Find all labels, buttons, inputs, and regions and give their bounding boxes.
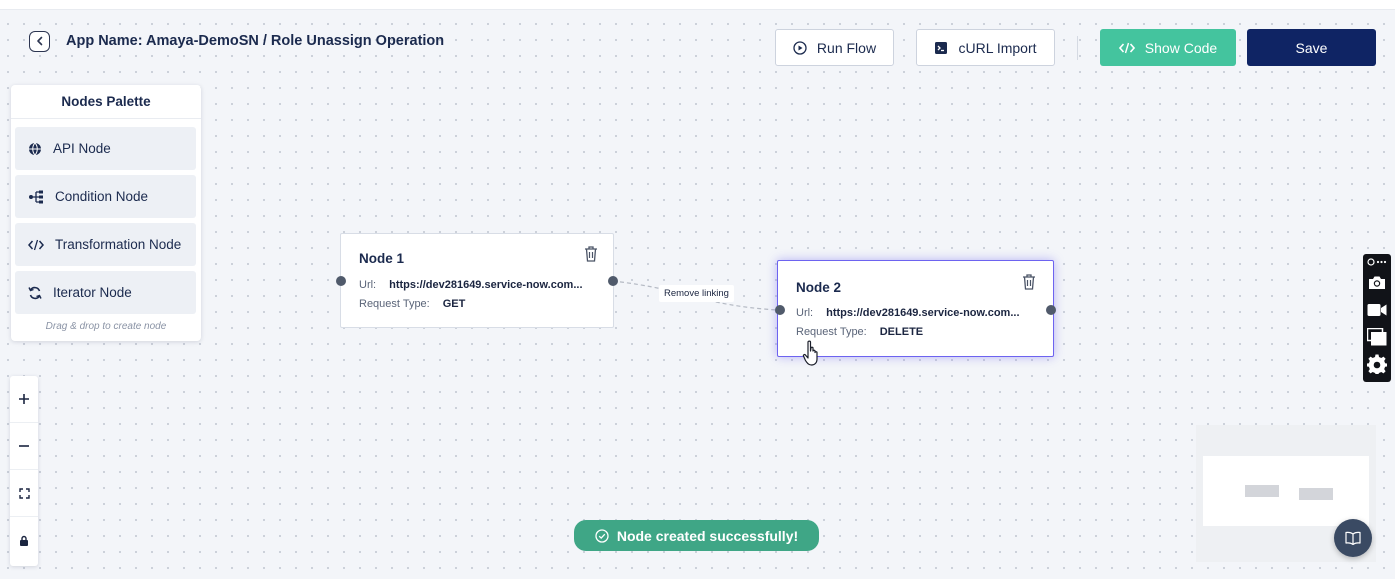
node-2-input-handle[interactable] (775, 305, 785, 315)
page-header: App Name: Amaya-DemoSN / Role Unassign O… (29, 30, 444, 52)
run-flow-label: Run Flow (816, 39, 877, 56)
palette-item-label: Iterator Node (53, 285, 132, 300)
window-capture-button[interactable] (1367, 327, 1387, 347)
node-url-row: Url: https://dev281649.service-now.com..… (796, 307, 1020, 319)
trash-icon (585, 246, 597, 262)
recording-toolbar (1363, 254, 1391, 382)
hand-cursor-icon (802, 340, 818, 366)
minus-icon (19, 445, 29, 447)
node-url-label: Url: (796, 307, 814, 319)
top-bar-strip (0, 0, 1395, 10)
camera-icon (1369, 276, 1385, 289)
code-icon (28, 239, 44, 250)
node-url-value: https://dev281649.service-now.com... (826, 307, 1020, 319)
palette-item-label: Transformation Node (55, 237, 182, 252)
node-1-input-handle[interactable] (336, 276, 346, 286)
minimap-viewport (1203, 456, 1369, 526)
plus-icon (19, 394, 29, 404)
node-request-type-row: Request Type: GET (359, 298, 465, 310)
palette-item-transformation-node[interactable]: Transformation Node (15, 223, 196, 266)
video-camera-icon (1367, 304, 1387, 316)
remove-linking-button[interactable]: Remove linking (659, 285, 734, 302)
node-title: Node 2 (796, 280, 842, 295)
success-toast: Node created successfully! (574, 520, 819, 551)
node-2-output-handle[interactable] (1046, 305, 1056, 315)
delete-node-button[interactable] (1021, 273, 1037, 291)
curl-import-button[interactable]: cURL Import (916, 29, 1055, 66)
palette-item-iterator-node[interactable]: Iterator Node (15, 271, 196, 314)
toolbar-divider (1077, 36, 1078, 60)
node-request-type-label: Request Type: (359, 298, 430, 310)
node-url-label: Url: (359, 279, 377, 291)
zoom-out-button[interactable] (10, 423, 38, 470)
delete-node-button[interactable] (583, 245, 599, 263)
palette-title: Nodes Palette (11, 85, 201, 119)
show-code-label: Show Code (1144, 39, 1218, 56)
fit-view-icon (18, 487, 30, 499)
trash-icon (1023, 274, 1035, 290)
toast-message: Node created successfully! (616, 527, 799, 544)
zoom-in-button[interactable] (10, 376, 38, 423)
canvas-controls (10, 376, 38, 566)
play-circle-icon (793, 40, 807, 55)
palette-hint: Drag & drop to create node (45, 321, 167, 332)
toolbar-menu-button[interactable] (1367, 256, 1387, 268)
node-url-row: Url: https://dev281649.service-now.com..… (359, 279, 583, 291)
lock-icon (20, 535, 28, 546)
lock-button[interactable] (10, 517, 38, 564)
globe-icon (29, 142, 41, 155)
back-button[interactable] (29, 30, 50, 52)
check-circle-icon (595, 528, 609, 543)
node-1-output-handle[interactable] (608, 276, 618, 286)
loop-icon (28, 286, 42, 299)
windows-icon (1367, 328, 1387, 346)
run-flow-button[interactable]: Run Flow (775, 29, 894, 66)
palette-item-condition-node[interactable]: Condition Node (15, 175, 196, 218)
gear-icon (1367, 354, 1387, 374)
palette-item-api-node[interactable]: API Node (15, 127, 196, 170)
page-title: App Name: Amaya-DemoSN / Role Unassign O… (66, 33, 445, 49)
link-more-icon (1367, 258, 1387, 266)
node-title: Node 1 (359, 251, 405, 266)
curl-import-label: cURL Import (958, 39, 1037, 56)
nodes-palette: Nodes Palette API Node Condition Node Tr… (11, 85, 201, 341)
palette-item-label: Condition Node (55, 189, 149, 204)
record-video-button[interactable] (1367, 300, 1387, 320)
branch-icon (29, 190, 43, 203)
node-request-type-value: DELETE (879, 326, 924, 338)
node-request-type-value: GET (442, 298, 466, 310)
palette-item-label: API Node (53, 141, 111, 156)
minimap-node (1245, 485, 1279, 497)
minimap-node (1299, 488, 1333, 500)
node-request-type-row: Request Type: DELETE (796, 326, 923, 338)
save-label: Save (1295, 39, 1328, 56)
book-open-icon (1345, 531, 1361, 545)
node-request-type-label: Request Type: (796, 326, 867, 338)
save-button[interactable]: Save (1247, 29, 1376, 66)
fit-view-button[interactable] (10, 470, 38, 517)
settings-button[interactable] (1367, 354, 1387, 374)
code-icon (1118, 42, 1135, 53)
help-docs-button[interactable] (1334, 519, 1372, 557)
show-code-button[interactable]: Show Code (1100, 29, 1236, 66)
screenshot-button[interactable] (1367, 272, 1387, 292)
node-url-value: https://dev281649.service-now.com... (389, 279, 583, 291)
chevron-left-icon (36, 36, 42, 46)
flow-node-1[interactable]: Node 1 Url: https://dev281649.service-no… (340, 233, 614, 328)
terminal-icon (935, 41, 948, 54)
